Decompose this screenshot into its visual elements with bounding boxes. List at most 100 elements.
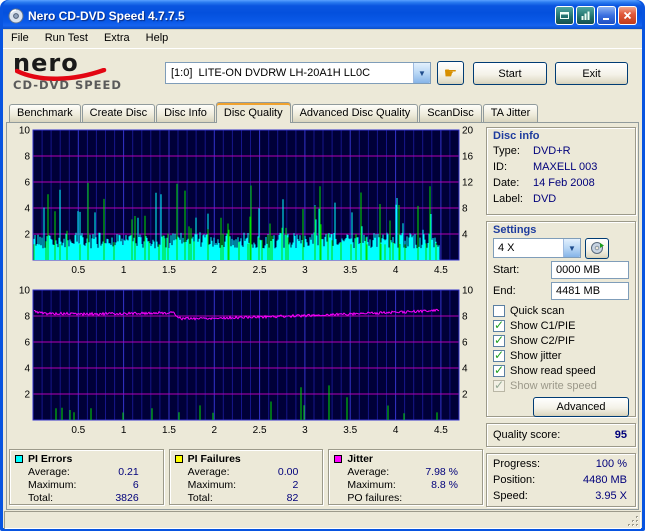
disc-refresh-icon (590, 242, 604, 254)
nero-logo: nero CD-DVD SPEED (13, 51, 163, 92)
svg-text:2: 2 (212, 425, 218, 436)
position-row: Position: 4480 MB (493, 474, 627, 486)
tab-benchmark[interactable]: Benchmark (9, 104, 81, 122)
pi-errors-swatch-icon (15, 455, 23, 463)
drive-selector[interactable]: [1:0] LITE-ON DVDRW LH-20A1H LL0C ▼ (165, 62, 431, 84)
settings-panel: Settings 4 X ▼ Start: 0000 MB End: 4481 … (486, 221, 636, 417)
app-window: Nero CD-DVD Speed 4.7.7.5 File Run Test … (0, 0, 645, 531)
svg-text:0.5: 0.5 (71, 265, 85, 276)
titlebar-app-button-2[interactable] (576, 6, 595, 25)
tab-scandisc[interactable]: ScanDisc (419, 104, 482, 122)
menu-run-test[interactable]: Run Test (37, 29, 96, 48)
tab-disc-info[interactable]: Disc Info (156, 104, 215, 122)
pi-errors-panel: PI Errors Average: 0.21 Maximum: 6 Total: 3… (9, 449, 164, 505)
pi-failures-panel: PI Failures Average: 0.00 Maximum: 2 Total… (168, 449, 324, 505)
checkbox-show-c2-pif[interactable]: ✓ Show C2/PIF (487, 333, 635, 348)
stat-row: Total: 82 (187, 492, 299, 504)
svg-text:12: 12 (462, 178, 474, 189)
svg-text:4: 4 (24, 204, 30, 215)
stat-row: Average: 0.21 (28, 466, 139, 478)
eject-button[interactable]: ☛ (437, 61, 464, 85)
svg-text:10: 10 (19, 126, 31, 137)
svg-text:2: 2 (24, 390, 30, 401)
jitter-legend: Jitter (329, 452, 482, 466)
svg-text:8: 8 (24, 312, 30, 323)
disc-quality-page: 2 4 6 8 10 4 8 12 16 20 0.5 1 1.5 2 2.5 3 3.5 4 4.5 2 4 6 8 10… (6, 122, 639, 510)
checkbox-show-jitter[interactable]: ✓ Show jitter (487, 348, 635, 363)
svg-text:4: 4 (393, 425, 399, 436)
tab-ta-jitter[interactable]: TA Jitter (482, 104, 539, 122)
progress-row: Progress: 100 % (493, 458, 627, 470)
titlebar-app-button-1[interactable] (555, 6, 574, 25)
speed-row-stat: Speed: 3.95 X (493, 490, 627, 502)
pi-errors-chart: 2 4 6 8 10 4 8 12 16 20 0.5 1 1.5 2 2.5 3 3.5 4 4.5 (19, 126, 474, 277)
checkbox-box: ✓ (493, 377, 505, 392)
tab-create-disc[interactable]: Create Disc (81, 104, 156, 122)
stat-row: Average: 0.00 (187, 466, 299, 478)
status-bar (4, 511, 641, 529)
checkbox-show-read-speed[interactable]: ✓ Show read speed (487, 363, 635, 378)
jitter-swatch-icon (334, 455, 343, 463)
stat-row: Total: 3826 (28, 492, 139, 504)
refresh-button[interactable] (585, 237, 609, 259)
speed-selector[interactable]: 4 X ▼ (493, 238, 581, 258)
chevron-down-icon[interactable]: ▼ (563, 239, 580, 257)
end-field-label: End: (493, 284, 516, 297)
checkbox-show-c1-pie[interactable]: ✓ Show C1/PIE (487, 318, 635, 333)
svg-text:3: 3 (302, 425, 308, 436)
svg-text:6: 6 (462, 338, 468, 349)
start-input[interactable] (551, 260, 629, 279)
disc-info-title: Disc info (493, 130, 540, 142)
speed-row: 4 X ▼ (487, 237, 635, 259)
stat-row: PO failures: (347, 492, 403, 504)
svg-text:1: 1 (121, 265, 127, 276)
quality-score-value: 95 (614, 429, 627, 441)
disc-info-row: Date: 14 Feb 2008 (493, 177, 595, 189)
drive-selector-value: [1:0] LITE-ON DVDRW LH-20A1H LL0C (171, 67, 371, 79)
exit-button[interactable]: Exit (555, 62, 628, 85)
check-icon: ✓ (494, 377, 505, 392)
start-field-row: Start: (487, 259, 635, 280)
pi-errors-legend: PI Errors (10, 452, 163, 466)
close-button[interactable] (618, 6, 637, 25)
svg-text:10: 10 (462, 286, 474, 297)
svg-text:1.5: 1.5 (162, 425, 176, 436)
svg-text:2.5: 2.5 (253, 425, 267, 436)
menu-help[interactable]: Help (138, 29, 177, 48)
stats-row: PI Errors Average: 0.21 Maximum: 6 Total: 3… (9, 449, 484, 505)
start-button[interactable]: Start (473, 62, 547, 85)
svg-text:2: 2 (24, 230, 30, 241)
chevron-down-icon[interactable]: ▼ (413, 63, 430, 83)
svg-text:6: 6 (24, 178, 30, 189)
titlebar[interactable]: Nero CD-DVD Speed 4.7.7.5 (3, 0, 642, 29)
menu-file[interactable]: File (3, 29, 37, 48)
svg-text:2: 2 (462, 390, 468, 401)
logo-subtext: CD-DVD SPEED (13, 78, 122, 92)
window-title: Nero CD-DVD Speed 4.7.7.5 (28, 8, 185, 23)
svg-text:8: 8 (462, 204, 468, 215)
svg-text:4: 4 (462, 230, 468, 241)
checkbox-quick-scan[interactable]: ✓ Quick scan (487, 303, 635, 318)
checkbox-box: ✓ (493, 317, 505, 332)
menu-extra[interactable]: Extra (96, 29, 138, 48)
resize-grip[interactable] (627, 515, 640, 528)
advanced-button[interactable]: Advanced (533, 397, 629, 417)
window-body: File Run Test Extra Help nero CD-DVD SPE… (3, 29, 642, 528)
stat-row: Maximum: 8.8 % (347, 479, 459, 491)
minimize-button[interactable] (597, 6, 616, 25)
check-icon: ✓ (494, 362, 505, 377)
svg-text:3.5: 3.5 (343, 425, 357, 436)
tab-disc-quality[interactable]: Disc Quality (215, 102, 291, 123)
svg-text:16: 16 (462, 152, 474, 163)
tab-advanced-disc-quality[interactable]: Advanced Disc Quality (291, 104, 419, 122)
progress-panel: Progress: 100 % Position: 4480 MB Speed: 3.… (486, 453, 636, 507)
stat-row: Maximum: 2 (187, 479, 299, 491)
jitter-panel: Jitter Average: 7.98 % Maximum: 8.8 % PO f… (328, 449, 484, 505)
svg-text:4: 4 (24, 364, 30, 375)
charts-area: 2 4 6 8 10 4 8 12 16 20 0.5 1 1.5 2 2.5 3 3.5 4 4.5 2 4 6 8 10… (9, 125, 483, 445)
end-input[interactable] (551, 281, 629, 300)
settings-checkboxes: ✓ Quick scan ✓ Show C1/PIE ✓ Show C2/PIF (487, 301, 635, 393)
hand-icon: ☛ (443, 63, 458, 82)
tab-strip: Benchmark Create Disc Disc Info Disc Qua… (3, 101, 642, 123)
check-icon: ✓ (494, 317, 505, 332)
